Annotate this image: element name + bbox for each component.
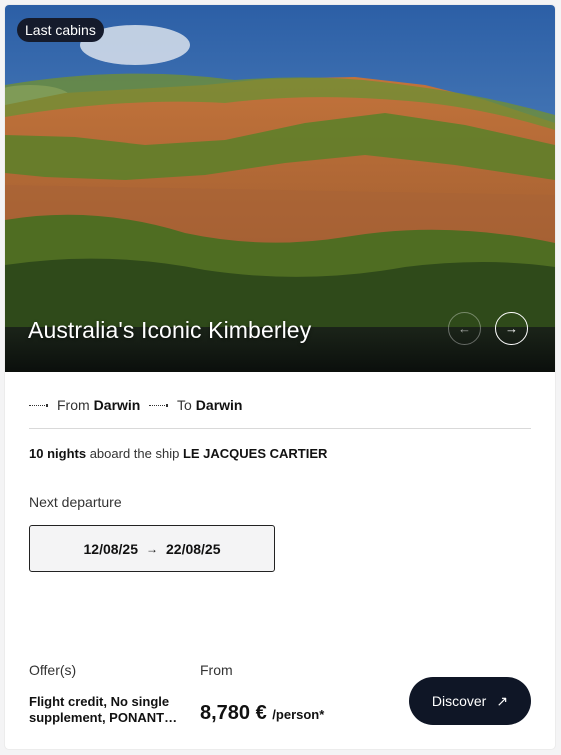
price-per: /person* — [272, 707, 325, 722]
to-label: To — [177, 397, 192, 413]
divider — [29, 428, 531, 429]
route-info: From Darwin To Darwin — [29, 397, 531, 427]
aboard-text: aboard the ship — [89, 446, 180, 461]
to-port: Darwin — [195, 397, 243, 413]
next-image-button[interactable]: → — [495, 312, 528, 345]
departure-dates-button[interactable]: 12/08/25 → 22/08/25 — [29, 525, 275, 572]
cruise-card[interactable]: Last cabins Australia's Iconic Kimberley… — [5, 5, 555, 749]
next-departure-label: Next departure — [29, 494, 122, 510]
price-amount: 8,780 € — [200, 702, 267, 724]
route-line-icon — [149, 403, 168, 407]
arrow-up-right-icon: ↗ — [496, 692, 509, 709]
price: 8,780 € /person* — [200, 702, 324, 725]
start-date: 12/08/25 — [83, 540, 139, 557]
nights-count: 10 nights — [29, 446, 87, 461]
route-to: To Darwin — [149, 397, 242, 413]
last-cabins-badge: Last cabins — [17, 18, 104, 42]
offers-label: Offer(s) — [29, 662, 77, 678]
cruise-title: Australia's Iconic Kimberley — [28, 317, 312, 343]
from-label: From — [57, 397, 90, 413]
arrow-right-icon: → — [505, 321, 518, 336]
route-line-icon — [29, 403, 48, 407]
from-port: Darwin — [93, 397, 141, 413]
discover-label: Discover — [431, 693, 487, 709]
hero-image: Last cabins Australia's Iconic Kimberley… — [5, 5, 555, 372]
voyage-details: 10 nights aboard the ship LE JACQUES CAR… — [29, 446, 327, 461]
route-from: From Darwin — [29, 397, 140, 413]
arrow-right-icon: → — [146, 541, 158, 556]
price-from-label: From — [200, 662, 233, 678]
ship-name: LE JACQUES CARTIER — [182, 446, 328, 461]
discover-button[interactable]: Discover ↗ — [409, 677, 531, 725]
end-date: 22/08/25 — [166, 540, 221, 557]
offers-text: Flight credit, No single supplement, PON… — [29, 694, 178, 725]
arrow-left-icon: ← — [458, 321, 471, 336]
previous-image-button[interactable]: ← — [448, 312, 481, 345]
